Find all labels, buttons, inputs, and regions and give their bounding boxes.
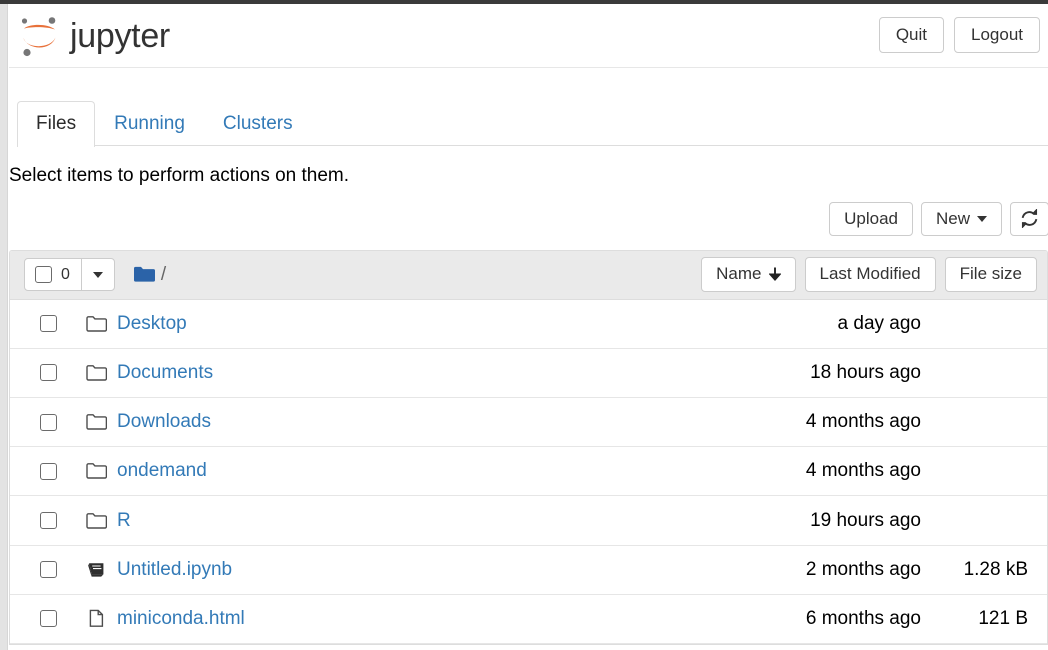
quit-button[interactable]: Quit [878,17,944,54]
column-name-label: Name [716,264,762,284]
breadcrumb-root: / [160,263,167,285]
file-modified: 18 hours ago [810,361,921,383]
table-row[interactable]: R 19 hours ago [10,496,1047,546]
column-headers: Name Last Modified File size [701,257,1037,292]
caret-down-icon [977,215,987,222]
logout-button[interactable]: Logout [954,17,1040,54]
page-header: jupyter Quit Logout [9,4,1048,68]
sort-by-file-size-button[interactable]: File size [944,257,1037,292]
file-actions-toolbar: Upload New [9,198,1048,246]
row-checkbox[interactable] [40,315,57,333]
brand-logo-group[interactable]: jupyter [17,10,170,62]
checkbox-unchecked-icon[interactable] [35,266,52,284]
row-checkbox[interactable] [40,610,57,628]
row-checkbox[interactable] [40,462,57,480]
header-actions: Quit Logout [878,17,1040,54]
file-list: 0 / Name Last Modified File size Desktop… [9,249,1048,645]
new-button-label: New [935,208,970,228]
file-name-link[interactable]: Untitled.ipynb [117,559,232,581]
tab-clusters[interactable]: Clusters [204,101,312,146]
jupyter-page: jupyter Quit Logout Files Running Cluste… [9,4,1048,650]
arrow-down-icon [768,267,781,282]
tab-bar: Files Running Clusters [9,99,1048,147]
selection-notice: Select items to perform actions on them. [9,165,350,186]
folder-filled-icon [133,267,155,282]
upload-button-label: Upload [844,208,898,228]
folder-outline-icon [85,462,107,480]
folder-outline-icon [85,512,107,530]
folder-outline-icon [85,413,107,431]
file-name-link[interactable]: R [117,510,131,532]
selected-count: 0 [61,265,70,283]
file-modified: a day ago [837,312,921,334]
select-all-control[interactable]: 0 [25,259,81,290]
folder-outline-icon [85,315,107,333]
new-button[interactable]: New [920,201,1002,237]
table-row[interactable]: Documents 18 hours ago [10,348,1047,399]
jupyter-logo-icon [21,17,56,57]
file-name-link[interactable]: ondemand [117,460,207,482]
notebook-icon [85,561,107,579]
row-checkbox[interactable] [40,364,57,382]
folder-outline-icon [85,364,107,382]
tab-running[interactable]: Running [95,101,204,146]
table-row[interactable]: miniconda.html 6 months ago 121 B [10,594,1047,644]
table-row[interactable]: Downloads 4 months ago [10,398,1047,448]
table-row[interactable]: Untitled.ipynb 2 months ago 1.28 kB [10,545,1047,595]
file-name-link[interactable]: Documents [117,362,213,384]
select-all-group: 0 [24,258,115,292]
sort-by-name-button[interactable]: Name [701,257,796,292]
table-row[interactable]: Desktop a day ago [10,299,1047,349]
tab-files[interactable]: Files [17,101,96,147]
table-row[interactable]: ondemand 4 months ago [10,447,1047,497]
file-icon [85,609,107,628]
file-list-header: 0 / Name Last Modified File size [10,250,1047,300]
file-size: 1.28 kB [963,558,1028,580]
select-dropdown-button[interactable] [80,259,114,291]
row-checkbox[interactable] [40,512,57,530]
file-name-link[interactable]: miniconda.html [117,608,245,630]
refresh-icon [1021,209,1038,229]
row-checkbox[interactable] [40,561,57,579]
sort-by-last-modified-button[interactable]: Last Modified [804,257,936,292]
file-name-link[interactable]: Downloads [117,411,211,433]
refresh-button[interactable] [1010,201,1048,237]
brand-title: jupyter [70,16,170,55]
file-modified: 2 months ago [805,558,921,580]
file-modified: 4 months ago [805,460,921,482]
file-modified: 6 months ago [805,607,921,629]
file-modified: 4 months ago [805,411,921,433]
file-size: 121 B [978,607,1028,629]
upload-button[interactable]: Upload [829,201,913,237]
file-modified: 19 hours ago [810,509,921,531]
file-name-link[interactable]: Desktop [117,313,187,335]
caret-down-icon [92,271,103,278]
page-left-gutter [0,4,8,650]
row-checkbox[interactable] [40,413,57,431]
breadcrumb[interactable]: / [133,264,166,286]
